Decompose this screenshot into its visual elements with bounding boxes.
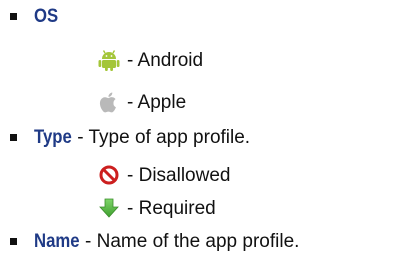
required-arrow-icon <box>97 196 121 220</box>
bullet-marker <box>10 13 17 20</box>
term-type: Type <box>34 127 72 148</box>
disallowed-icon <box>97 163 121 187</box>
bullet-marker <box>10 238 17 245</box>
type-required-label: - Required <box>127 198 216 219</box>
type-line: Type - Type of app profile. <box>34 127 250 149</box>
bullet-marker <box>10 134 17 141</box>
apple-icon <box>97 90 121 114</box>
term-name: Name <box>34 231 80 252</box>
type-description: - Type of app profile. <box>71 127 251 148</box>
name-line: Name - Name of the app profile. <box>34 231 299 253</box>
name-description: - Name of the app profile. <box>79 231 300 252</box>
type-disallowed-label: - Disallowed <box>127 165 231 186</box>
os-android-label: - Android <box>127 50 204 71</box>
os-apple-label: - Apple <box>127 92 187 113</box>
term-os: OS <box>34 6 59 27</box>
android-icon <box>97 48 121 72</box>
